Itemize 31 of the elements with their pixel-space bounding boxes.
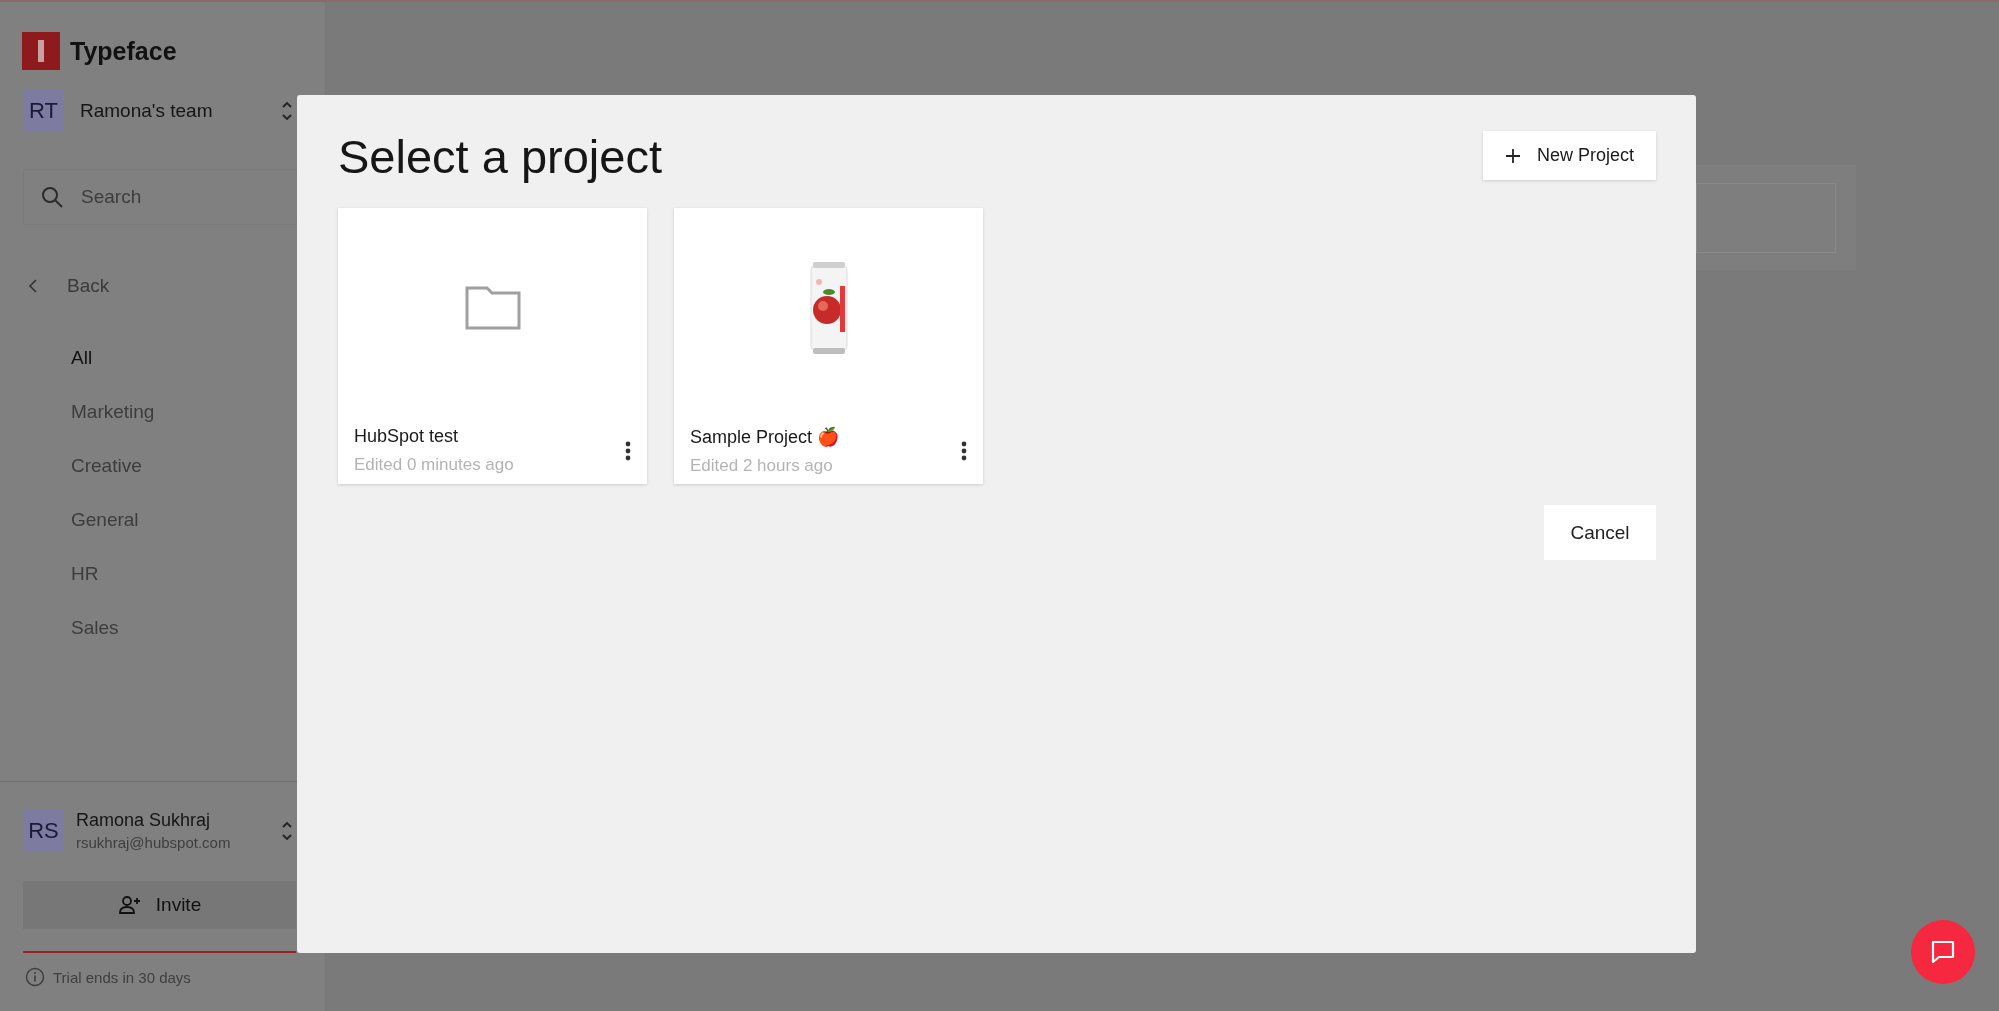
search-icon bbox=[40, 185, 64, 209]
plus-icon bbox=[1504, 147, 1521, 164]
team-avatar: RT bbox=[23, 90, 64, 131]
more-icon[interactable] bbox=[961, 441, 967, 461]
logo-icon bbox=[22, 32, 60, 70]
team-name[interactable]: Ramona's team bbox=[80, 99, 265, 122]
edited-time: Edited 2 hours ago bbox=[690, 456, 834, 476]
project-name: Sample Project 🍎 bbox=[690, 426, 841, 448]
info-icon bbox=[25, 967, 45, 987]
new-project-button[interactable]: New Project bbox=[1482, 131, 1656, 180]
add-user-icon bbox=[117, 895, 142, 915]
chat-icon bbox=[1930, 939, 1956, 965]
invite-button[interactable]: Invite bbox=[23, 881, 296, 929]
project-name: HubSpot test bbox=[354, 426, 460, 447]
user-email: rsukhraj@hubspot.com bbox=[76, 834, 232, 851]
trial-notice: Trial ends in 30 days bbox=[53, 968, 191, 986]
search-field[interactable]: Search bbox=[23, 169, 298, 225]
project-card[interactable]: HubSpot test Edited 0 minutes ago bbox=[338, 208, 647, 484]
dialog-title: Select a project bbox=[338, 129, 662, 184]
chevron-updown-icon[interactable] bbox=[281, 99, 293, 122]
more-icon[interactable] bbox=[625, 440, 631, 461]
cancel-button[interactable]: Cancel bbox=[1544, 505, 1656, 560]
chevron-updown-icon[interactable] bbox=[281, 819, 293, 842]
user-name: Ramona Sukhraj bbox=[76, 810, 212, 831]
project-card[interactable]: Sample Project 🍎 Edited 2 hours ago bbox=[674, 208, 983, 484]
brand-name: Typeface bbox=[70, 36, 177, 66]
user-avatar: RS bbox=[23, 810, 64, 851]
chevron-left-icon[interactable] bbox=[29, 279, 37, 293]
folder-icon bbox=[464, 286, 521, 330]
edited-time: Edited 0 minutes ago bbox=[354, 455, 515, 475]
back-link[interactable]: Back bbox=[67, 275, 110, 297]
